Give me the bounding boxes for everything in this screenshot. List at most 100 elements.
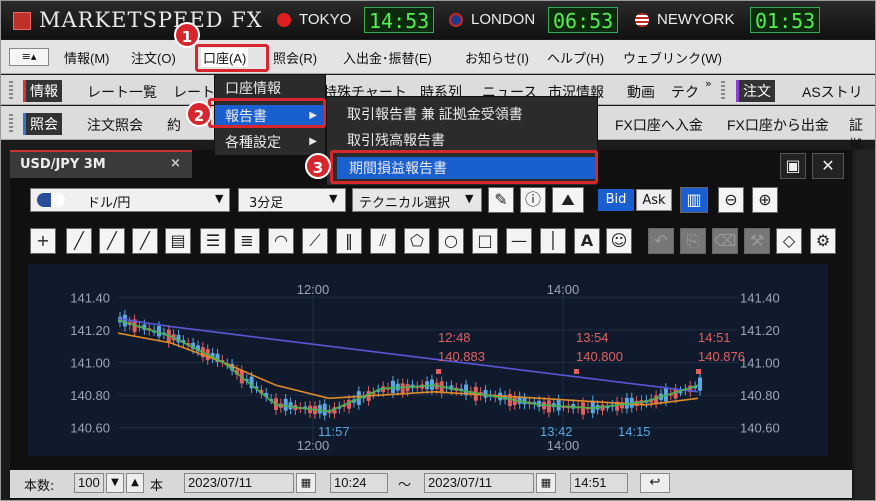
count-up-icon[interactable]: ▲ — [126, 473, 144, 493]
chart-tab[interactable]: USD/JPY 3M × — [10, 150, 192, 178]
annotation-time: 13:54 — [576, 330, 609, 345]
chevron-down-icon: ▼ — [465, 192, 474, 205]
channel-icon[interactable]: ⫽ — [370, 228, 396, 254]
emoji-icon[interactable]: ☺ — [606, 228, 632, 254]
circle-icon[interactable]: ○ — [438, 228, 464, 254]
toolbar-rate-list[interactable]: レート一覧 — [87, 82, 157, 102]
calendar-icon[interactable]: ▦ — [296, 473, 316, 493]
pair-flag-icon — [37, 193, 65, 207]
toolbar-grip[interactable] — [9, 81, 13, 99]
currency-pair-value: ドル/円 — [87, 196, 131, 211]
wrench-icon[interactable]: ⚒ — [744, 228, 770, 254]
info-icon[interactable]: ⓘ — [520, 187, 546, 213]
highlight-account-menu — [195, 44, 269, 72]
calendar-icon[interactable]: ▦ — [536, 473, 556, 493]
copy-icon[interactable]: ⎘ — [680, 228, 706, 254]
y-tick-right: 140.80 — [740, 388, 780, 403]
zoom-in-icon[interactable]: ⊕ — [752, 187, 778, 213]
ask-toggle[interactable]: Ask — [636, 189, 672, 211]
y-tick-left: 141.00 — [70, 355, 110, 370]
toolbar-fx-deposit[interactable]: FX口座へ入金 — [615, 115, 703, 135]
date-from-input[interactable]: 2023/07/11 — [184, 473, 294, 493]
horizontal-line-icon[interactable]: — — [506, 228, 532, 254]
rectangle-icon[interactable]: □ — [472, 228, 498, 254]
tab-close-icon[interactable]: × — [170, 156, 181, 171]
count-down-icon[interactable]: ▼ — [106, 473, 124, 493]
toolbar-margin[interactable]: 証拠 — [849, 115, 875, 155]
toolbar-order-inquiry[interactable]: 注文照会 — [87, 115, 143, 135]
uk-flag-icon — [449, 13, 463, 27]
bid-toggle[interactable]: Bid — [598, 189, 634, 211]
undo-icon[interactable]: ↶ — [648, 228, 674, 254]
close-window-icon[interactable]: ✕ — [812, 153, 844, 179]
ruler-icon[interactable]: ▤ — [165, 228, 191, 254]
text-icon[interactable]: A — [574, 228, 600, 254]
menu-item-trade-report[interactable]: 取引報告書 兼 証拠金受領書 — [327, 103, 597, 125]
maximize-icon[interactable]: ▣ — [780, 153, 806, 179]
tokyo-status-icon — [277, 13, 291, 27]
fib-arc-icon[interactable]: ◠ — [268, 228, 294, 254]
time-from-input[interactable]: 10:24 — [330, 473, 388, 493]
menu-order[interactable]: 注文(O) — [131, 48, 176, 67]
toolbar-video[interactable]: 動画 — [627, 82, 655, 102]
vertical-lines-icon[interactable]: ‖ — [336, 228, 362, 254]
interval-select[interactable]: 3分足 ▼ — [238, 188, 346, 212]
menu-inquiry[interactable]: 照会(R) — [273, 48, 317, 67]
candle-mode-icon[interactable]: ▥ — [680, 187, 708, 213]
extended-line-icon[interactable]: ╱ — [132, 228, 158, 254]
toolbar-grip[interactable] — [9, 114, 13, 132]
range-tilde: ～ — [398, 478, 412, 493]
trendline-icon[interactable]: ╱ — [66, 228, 92, 254]
settings-icon[interactable]: ⚙ — [810, 228, 836, 254]
menu-item-balance-report[interactable]: 取引残高報告書 — [327, 129, 597, 151]
candle — [390, 380, 395, 394]
refresh-icon[interactable]: ↩ — [640, 473, 670, 493]
ray-line-icon[interactable]: ╱ — [99, 228, 125, 254]
delete-icon[interactable]: ⌫ — [712, 228, 738, 254]
y-tick-right: 141.00 — [740, 355, 780, 370]
toolbar-contract[interactable]: 約 — [167, 115, 181, 135]
adjacent-window — [855, 150, 875, 499]
toolbar-fx-withdraw[interactable]: FX口座から出金 — [727, 115, 829, 135]
horizontal-lines-icon[interactable]: ☰ — [200, 228, 226, 254]
pen-icon[interactable]: ✎ — [488, 187, 514, 213]
us-flag-icon — [635, 13, 649, 27]
technical-label: テクニカル選択 — [359, 196, 451, 211]
menu-weblink[interactable]: ウェブリンク(W) — [623, 48, 722, 67]
count-input[interactable]: 100 — [74, 473, 104, 493]
menu-toggle-icon[interactable]: ≡▴ — [9, 48, 49, 66]
eraser-icon[interactable]: ◇ — [776, 228, 802, 254]
toolbar-technical[interactable]: テク — [671, 82, 699, 102]
technical-select[interactable]: テクニカル選択 ▼ — [352, 188, 482, 212]
price-chart[interactable]: 141.40 141.40 141.20 141.20 141.00 141.00 140.… — [28, 264, 828, 456]
menu-deposit[interactable]: 入出金･振替(E) — [343, 48, 432, 67]
x-label-cut: 11:57 — [318, 424, 350, 439]
currency-pair-select[interactable]: ドル/円 ▼ — [30, 188, 230, 212]
time-to-input[interactable]: 14:51 — [570, 473, 628, 493]
y-tick-right: 141.40 — [740, 290, 780, 305]
toolbar-overflow-icon[interactable]: » — [705, 77, 712, 90]
toolbar-grip[interactable] — [721, 81, 725, 99]
fibonacci-icon[interactable]: ≣ — [234, 228, 260, 254]
annotation-marker — [436, 369, 441, 374]
highlight-pl-report — [330, 150, 598, 184]
zoom-out-icon[interactable]: ⊖ — [718, 187, 744, 213]
vertical-line-icon[interactable]: │ — [540, 228, 566, 254]
candle — [673, 388, 678, 399]
annotation-time: 14:51 — [698, 330, 731, 345]
crosshair-icon[interactable]: + — [30, 228, 56, 254]
candle — [581, 402, 586, 415]
pentagon-icon[interactable]: ⬠ — [404, 228, 430, 254]
candle — [156, 325, 161, 337]
date-to-input[interactable]: 2023/07/11 — [424, 473, 534, 493]
menu-info[interactable]: 情報(M) — [64, 48, 110, 67]
app-logo-icon — [13, 12, 31, 30]
fan-icon[interactable]: ⟋ — [302, 228, 328, 254]
candle — [654, 395, 659, 404]
menu-item-account-info[interactable]: 口座情報 — [215, 77, 325, 99]
area-chart-icon[interactable]: ⛰ — [552, 187, 584, 213]
submenu-arrow-icon: ▶ — [309, 136, 317, 147]
menu-help[interactable]: ヘルプ(H) — [547, 48, 604, 67]
menu-notice[interactable]: お知らせ(I) — [465, 48, 529, 67]
menu-item-settings[interactable]: 各種設定 ▶ — [215, 131, 325, 153]
